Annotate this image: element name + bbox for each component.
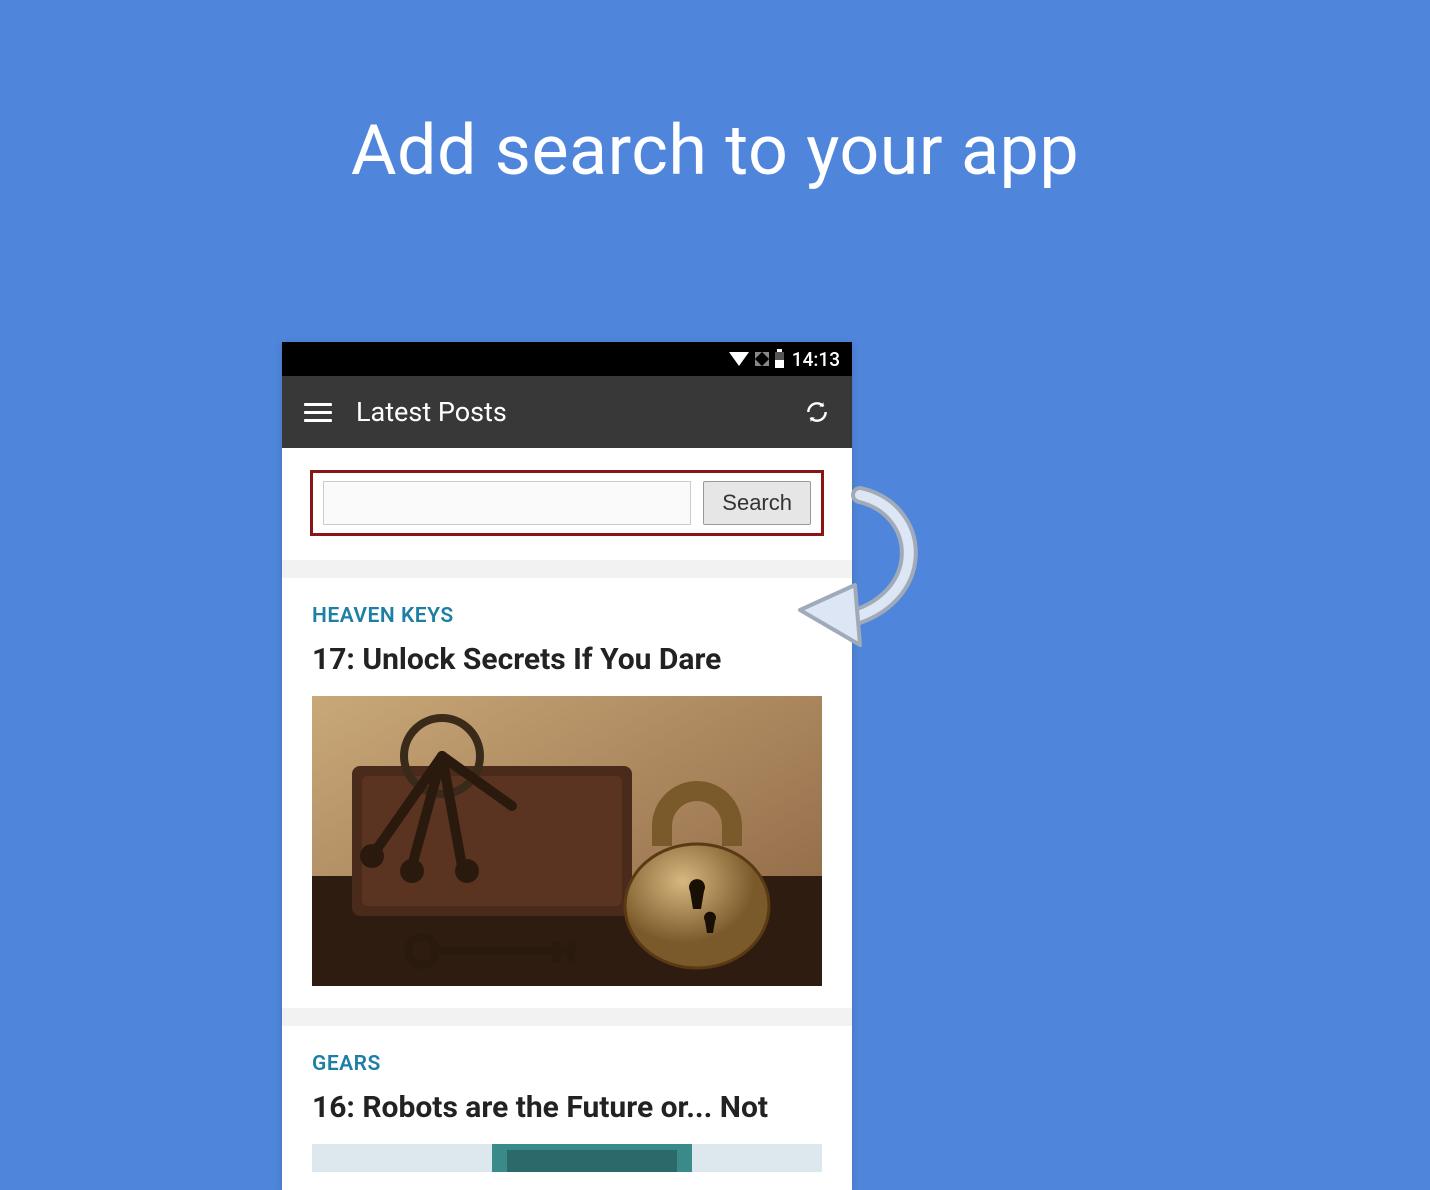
status-time: 14:13 <box>792 348 840 371</box>
app-bar-title: Latest Posts <box>356 396 780 428</box>
status-bar: 14:13 <box>282 342 852 376</box>
hamburger-menu-icon[interactable] <box>304 403 332 422</box>
battery-icon <box>775 352 784 368</box>
post-card[interactable]: HEAVEN KEYS 17: Unlock Secrets If You Da… <box>282 578 852 1008</box>
post-category: HEAVEN KEYS <box>312 604 822 628</box>
status-icons <box>729 350 784 368</box>
app-bar: Latest Posts <box>282 376 852 448</box>
refresh-icon[interactable] <box>804 399 830 425</box>
search-button[interactable]: Search <box>703 481 811 525</box>
post-image <box>312 696 822 986</box>
search-highlight-box: Search <box>310 470 824 536</box>
search-input[interactable] <box>323 481 691 525</box>
post-image <box>312 1144 822 1172</box>
post-title: 17: Unlock Secrets If You Dare <box>312 642 822 678</box>
content-area: Search HEAVEN KEYS 17: Unlock Secrets If… <box>282 448 852 1172</box>
wifi-icon <box>729 352 749 366</box>
page-title: Add search to your app <box>0 0 1430 192</box>
post-card[interactable]: GEARS 16: Robots are the Future or... No… <box>282 1026 852 1172</box>
post-title: 16: Robots are the Future or... Not <box>312 1090 822 1126</box>
no-sim-icon <box>755 352 769 366</box>
post-category: GEARS <box>312 1052 822 1076</box>
phone-frame: 14:13 Latest Posts Search HEAVEN KEYS 17… <box>282 342 852 1190</box>
search-section: Search <box>282 448 852 560</box>
